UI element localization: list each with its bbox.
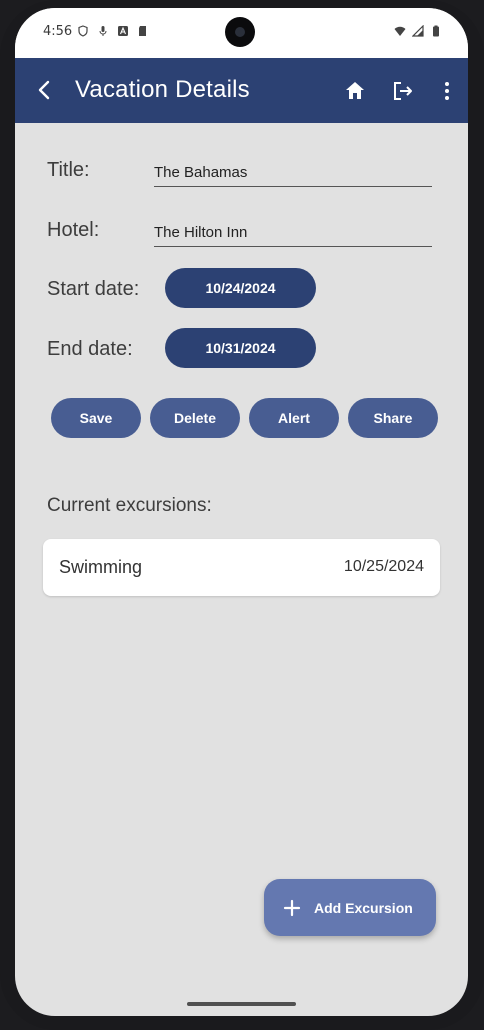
hotel-field[interactable] <box>154 217 432 247</box>
status-icons-left <box>77 25 149 37</box>
home-icon[interactable] <box>343 79 367 103</box>
more-vert-icon[interactable] <box>435 79 459 103</box>
back-arrow-icon[interactable] <box>33 78 57 102</box>
add-excursion-label: Add Excursion <box>314 899 413 916</box>
excursions-heading: Current excursions: <box>47 495 212 516</box>
cellular-icon <box>412 25 424 37</box>
app-bar: Vacation Details <box>15 58 468 123</box>
phone-frame: 4:56 Vacation Details Title: The Bahamas… <box>0 0 484 1030</box>
excursion-date: 10/25/2024 <box>343 558 424 575</box>
start-date-button[interactable]: 10/24/2024 <box>165 268 316 308</box>
hotel-input[interactable] <box>154 224 432 241</box>
wifi-icon <box>394 26 406 36</box>
start-date-label: Start date: <box>47 278 140 300</box>
alert-button[interactable]: Alert <box>249 398 339 438</box>
save-button[interactable]: Save <box>51 398 141 438</box>
title-input[interactable] <box>154 164 432 181</box>
share-button[interactable]: Share <box>348 398 438 438</box>
end-date-label: End date: <box>47 338 133 360</box>
mic-icon <box>99 26 107 36</box>
title-label: Title: <box>47 159 90 181</box>
list-item[interactable]: Swimming 10/25/2024 <box>43 539 440 596</box>
add-excursion-button[interactable]: Add Excursion <box>264 879 436 936</box>
front-camera <box>225 17 255 47</box>
status-bar: 4:56 <box>15 8 468 58</box>
battery-icon <box>433 25 439 37</box>
font-icon <box>118 26 128 36</box>
screen: 4:56 Vacation Details Title: The Bahamas… <box>15 8 468 1016</box>
home-indicator[interactable] <box>187 1002 296 1006</box>
hotel-label: Hotel: <box>47 219 100 241</box>
logout-icon[interactable] <box>391 79 415 103</box>
plus-icon <box>283 899 301 916</box>
action-row: Save Delete Alert Share <box>51 398 438 438</box>
end-date-button[interactable]: 10/31/2024 <box>165 328 316 368</box>
delete-button[interactable]: Delete <box>150 398 240 438</box>
excursion-title: Swimming <box>59 557 143 577</box>
page-title: Vacation Details <box>75 76 250 103</box>
status-time: 4:56 <box>43 24 73 39</box>
sd-card-icon <box>139 26 146 36</box>
status-icons-right <box>394 25 442 37</box>
title-field[interactable] <box>154 157 432 187</box>
shield-icon <box>78 25 88 37</box>
